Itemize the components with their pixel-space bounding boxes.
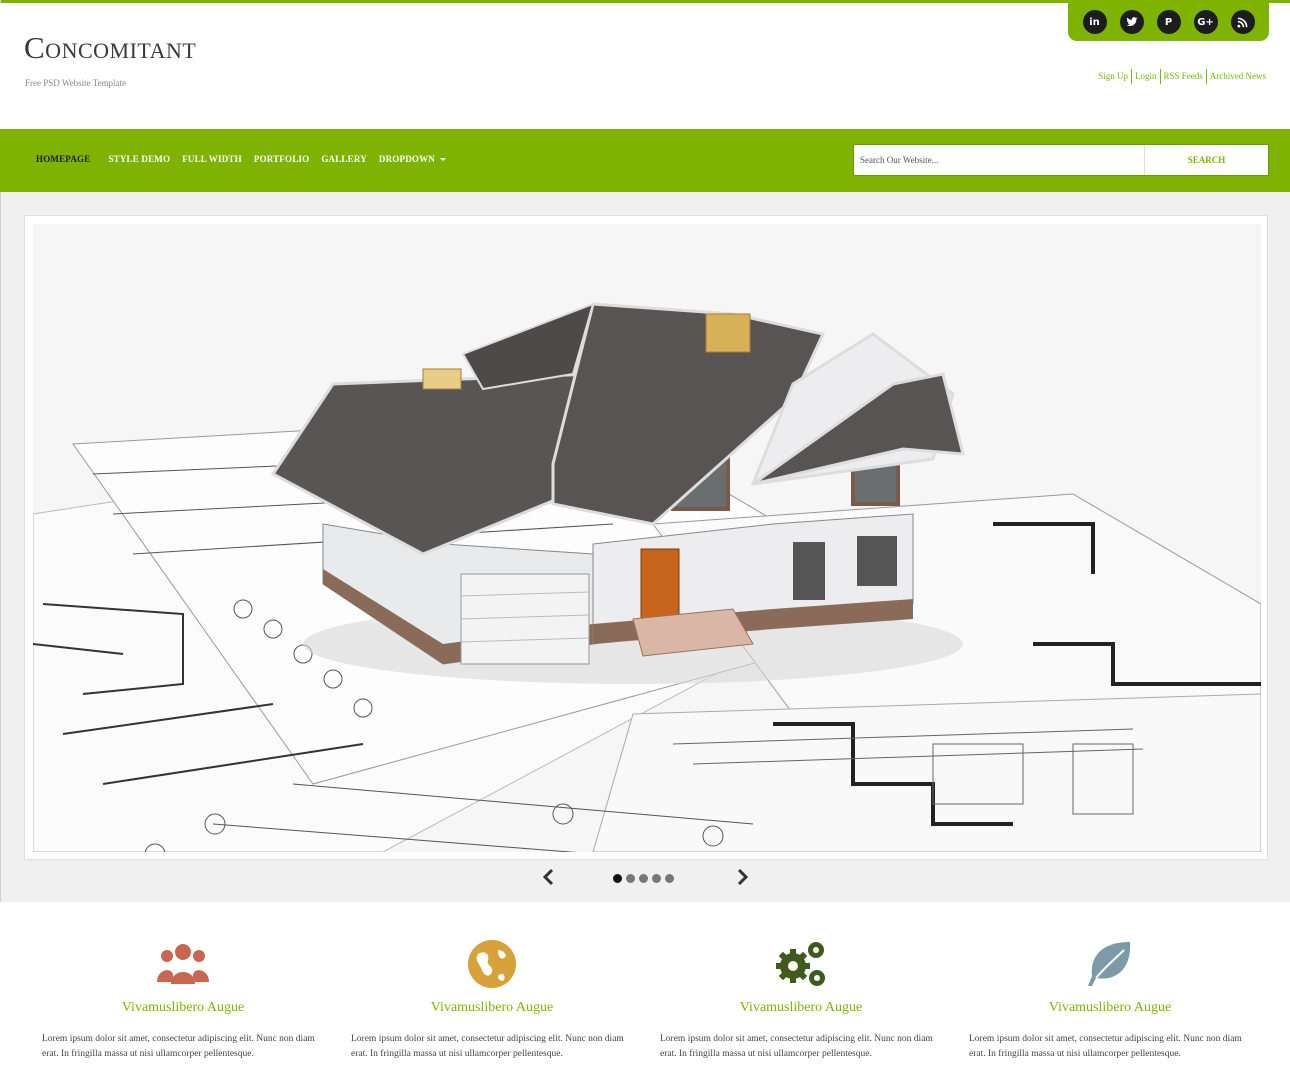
slider-controls — [0, 866, 1290, 890]
feature-text: Lorem ipsum dolor sit amet, consectetur … — [351, 1034, 624, 1059]
rss-icon[interactable] — [1230, 10, 1255, 34]
prev-slide-arrow-icon[interactable] — [541, 868, 555, 886]
feature-title[interactable]: Vivamuslibero Augue — [33, 1000, 333, 1016]
slide-frame — [24, 215, 1268, 860]
nav-item-dropdown-label: Dropdown — [378, 154, 436, 164]
nav-item-style-demo[interactable]: Style Demo — [108, 154, 170, 164]
social-bar: in P G+ — [1068, 3, 1269, 41]
feature-block: Vivamuslibero Augue Lorem ipsum dolor si… — [33, 902, 333, 1062]
twitter-icon[interactable] — [1119, 10, 1144, 34]
signup-link[interactable]: Sign Up — [1095, 69, 1131, 84]
feature-block: Vivamuslibero Augue Lorem ipsum dolor si… — [342, 902, 642, 1062]
features-section: Vivamuslibero Augue Lorem ipsum dolor si… — [0, 902, 1290, 1066]
pinterest-icon[interactable]: P — [1156, 10, 1181, 34]
nav-item-portfolio[interactable]: Portfolio — [254, 154, 310, 164]
leaf-icon — [1088, 942, 1131, 986]
feature-text: Lorem ipsum dolor sit amet, consectetur … — [969, 1034, 1242, 1059]
google-plus-icon[interactable]: G+ — [1193, 10, 1218, 34]
gears-icon — [776, 942, 825, 986]
nav-item-dropdown[interactable]: Dropdown — [378, 154, 447, 164]
nav-menu: Homepage Style Demo Full Width Portfolio… — [30, 154, 458, 164]
top-links: Sign Up Login RSS Feeds Archived News — [1095, 69, 1269, 84]
feature-title[interactable]: Vivamuslibero Augue — [960, 1000, 1260, 1016]
users-icon — [157, 944, 209, 984]
slide-dot[interactable] — [626, 874, 635, 883]
next-slide-arrow-icon[interactable] — [736, 868, 750, 886]
feature-title[interactable]: Vivamuslibero Augue — [651, 1000, 951, 1016]
feature-text: Lorem ipsum dolor sit amet, consectetur … — [660, 1034, 933, 1059]
slide-dot[interactable] — [665, 874, 674, 883]
nav-item-full-width[interactable]: Full Width — [182, 154, 242, 164]
feature-block: Vivamuslibero Augue Lorem ipsum dolor si… — [960, 902, 1260, 1062]
archived-news-link[interactable]: Archived News — [1205, 69, 1269, 84]
feature-block: Vivamuslibero Augue Lorem ipsum dolor si… — [651, 902, 951, 1062]
slider-dots — [613, 874, 678, 883]
slide-dot[interactable] — [613, 874, 622, 883]
slide-image — [33, 224, 1261, 852]
site-tagline: Free PSD Website Template — [25, 78, 127, 88]
site-header: Concomitant Free PSD Website Template in… — [0, 3, 1290, 129]
nav-item-homepage[interactable]: Homepage — [30, 154, 90, 164]
search-form: Search — [853, 144, 1269, 176]
globe-icon — [468, 940, 516, 988]
feature-text: Lorem ipsum dolor sit amet, consectetur … — [42, 1034, 315, 1059]
caret-down-icon — [440, 157, 447, 161]
house-blueprint-illustration — [33, 224, 1261, 852]
feature-title[interactable]: Vivamuslibero Augue — [342, 1000, 642, 1016]
linkedin-icon[interactable]: in — [1082, 10, 1107, 34]
rss-feeds-link[interactable]: RSS Feeds — [1159, 69, 1206, 84]
slide-dot[interactable] — [639, 874, 648, 883]
search-input[interactable] — [854, 145, 1144, 175]
nav-item-gallery[interactable]: Gallery — [321, 154, 367, 164]
search-button[interactable]: Search — [1144, 145, 1268, 175]
slide-dot[interactable] — [652, 874, 661, 883]
site-logo[interactable]: Concomitant — [24, 30, 196, 66]
login-link[interactable]: Login — [1131, 69, 1160, 84]
